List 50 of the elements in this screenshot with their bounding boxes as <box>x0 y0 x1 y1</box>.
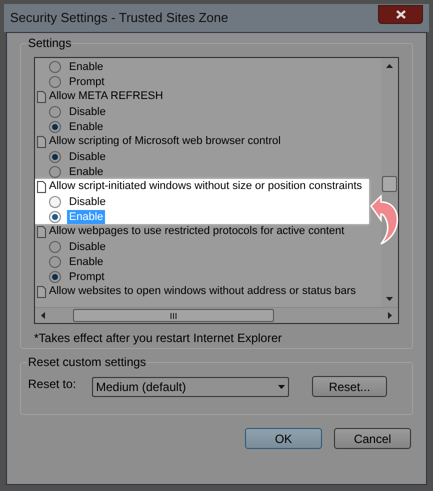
cancel-button[interactable]: Cancel <box>334 428 411 449</box>
radio-button[interactable] <box>49 120 61 132</box>
setting-label: Allow script-initiated windows without size or position constraints <box>49 179 362 194</box>
option-label[interactable]: Disable <box>67 104 108 118</box>
radio-button[interactable] <box>49 106 61 118</box>
option-label[interactable]: Disable <box>67 150 108 164</box>
horizontal-scrollbar[interactable] <box>35 307 398 323</box>
option-label[interactable]: Prompt <box>67 270 106 284</box>
radio-button[interactable] <box>49 76 61 88</box>
grip-icon <box>170 312 177 318</box>
close-icon <box>396 10 406 18</box>
scroll-thumb[interactable] <box>382 176 397 192</box>
radio-button[interactable] <box>49 150 61 162</box>
scroll-right-icon <box>388 312 392 319</box>
radio-button[interactable] <box>49 60 61 72</box>
option-label[interactable]: Disable <box>67 240 108 254</box>
option-label[interactable]: Enable <box>67 120 106 134</box>
setting-label: Allow websites to open windows without address or status bars <box>49 284 356 299</box>
document-icon <box>37 226 46 238</box>
option-label[interactable]: Prompt <box>67 74 106 88</box>
radio-button[interactable] <box>49 270 61 282</box>
close-button[interactable] <box>378 4 423 24</box>
radio-button[interactable] <box>49 240 61 252</box>
scroll-left-icon <box>41 312 45 319</box>
footnote: *Takes effect after you restart Internet Explorer <box>34 331 283 345</box>
scroll-down-icon <box>386 297 393 301</box>
setting-label: Allow webpages to use restricted protocols for active content <box>49 224 344 239</box>
group-label: Settings <box>27 36 72 50</box>
setting-label: Allow META REFRESH <box>49 89 164 104</box>
document-icon <box>37 286 46 298</box>
radio-button[interactable] <box>49 210 61 222</box>
group-label: Reset custom settings <box>27 355 148 369</box>
radio-button[interactable] <box>49 196 61 208</box>
field-label: Reset to: <box>28 377 78 391</box>
option-label[interactable]: Enable <box>67 164 106 178</box>
option-label[interactable]: Disable <box>67 194 108 208</box>
setting-label: Allow scripting of Microsoft web browser control <box>49 134 281 149</box>
window-title: Security Settings - Trusted Sites Zone <box>10 9 228 28</box>
document-icon <box>37 136 46 148</box>
reset-level-dropdown[interactable]: Medium (default) <box>92 377 289 397</box>
radio-button[interactable] <box>49 166 61 178</box>
scroll-thumb[interactable] <box>73 309 274 322</box>
radio-button[interactable] <box>49 256 61 268</box>
option-label[interactable]: Enable <box>67 60 106 74</box>
dropdown-arrow-icon <box>278 385 285 389</box>
document-icon <box>37 90 46 102</box>
option-label[interactable]: Enable <box>67 254 106 268</box>
ok-button[interactable]: OK <box>245 428 322 449</box>
reset-button[interactable]: Reset... <box>312 376 387 397</box>
scroll-up-icon <box>386 64 393 68</box>
